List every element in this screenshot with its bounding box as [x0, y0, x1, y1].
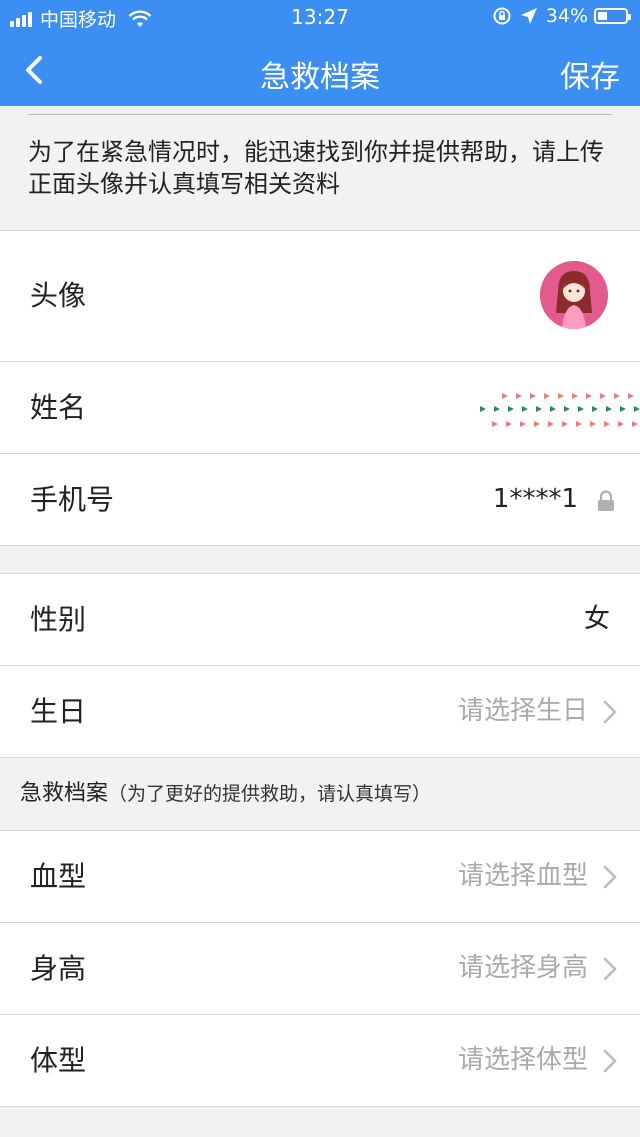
page-title: 急救档案: [260, 60, 380, 95]
section-title-wrap: 急救档案（为了更好的提供救助，请认真填写）: [20, 758, 431, 830]
blood-type-row[interactable]: 血型 请选择血型: [0, 831, 640, 923]
avatar-label: 头像: [30, 279, 87, 312]
nav-bar: 急救档案 保存: [0, 34, 640, 106]
avatar-row[interactable]: 头像: [0, 231, 640, 362]
body-type-value: 请选择体型: [457, 1045, 588, 1075]
divider: [28, 114, 612, 115]
name-label: 姓名: [30, 391, 87, 424]
notice-text: 为了在紧急情况时，能迅速找到你并提供帮助，请上传正面头像并认真填写相关资料: [28, 138, 604, 198]
height-value: 请选择身高: [457, 953, 588, 983]
birthday-label: 生日: [30, 695, 87, 728]
name-value-redacted: [480, 393, 640, 427]
height-row[interactable]: 身高 请选择身高: [0, 923, 640, 1015]
avatar[interactable]: [540, 261, 608, 329]
save-button[interactable]: 保存: [560, 52, 620, 96]
section-title: 急救档案: [20, 781, 109, 806]
height-label: 身高: [30, 952, 87, 985]
gender-label: 性别: [30, 603, 87, 636]
section-subtitle: （为了更好的提供救助，请认真填写）: [108, 783, 432, 805]
chevron-right-icon: [603, 865, 617, 889]
chevron-right-icon: [603, 1049, 617, 1073]
phone-label: 手机号: [30, 483, 115, 516]
chevron-right-icon: [603, 700, 617, 724]
gender-row[interactable]: 性别 女: [0, 574, 640, 666]
lock-icon: [598, 490, 614, 511]
avatar-image: [540, 261, 608, 329]
phone-row: 手机号 1****1: [0, 454, 640, 545]
notice-banner: 为了在紧急情况时，能迅速找到你并提供帮助，请上传正面头像并认真填写相关资料: [0, 106, 640, 231]
birthday-value: 请选择生日: [457, 696, 588, 726]
profile-group: 头像 姓名 手机号 1****1: [0, 230, 640, 546]
body-type-label: 体型: [30, 1044, 87, 1077]
phone-value: 1****1: [492, 484, 578, 514]
lock-rotation-icon: [493, 7, 511, 25]
name-row[interactable]: 姓名: [0, 362, 640, 454]
top-bar: 中国移动 13:27 34% 急救档案 保存: [0, 0, 640, 106]
emergency-section-header: 急救档案（为了更好的提供救助，请认真填写）: [0, 758, 640, 831]
location-arrow-icon: [520, 8, 537, 24]
chevron-right-icon: [603, 957, 617, 981]
status-bar: 中国移动 13:27 34%: [0, 0, 640, 34]
gender-value: 女: [583, 604, 610, 634]
basic-info-group: 性别 女 生日 请选择生日: [0, 573, 640, 758]
emergency-group: 血型 请选择血型 身高 请选择身高 体型 请选择体型: [0, 831, 640, 1107]
body-type-row[interactable]: 体型 请选择体型: [0, 1015, 640, 1106]
battery-icon: [594, 8, 631, 24]
blood-type-label: 血型: [30, 860, 87, 893]
status-right: 34%: [492, 5, 631, 27]
battery-percentage: 34%: [545, 5, 588, 27]
birthday-row[interactable]: 生日 请选择生日: [0, 666, 640, 757]
blood-type-value: 请选择血型: [457, 861, 588, 891]
